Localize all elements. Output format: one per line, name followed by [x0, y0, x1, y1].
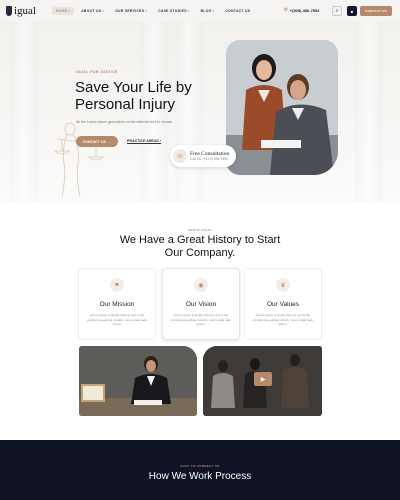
nav-label: HOME	[56, 9, 68, 13]
grid-icon: ■	[350, 8, 354, 14]
free-consultation-card[interactable]: ☏ Free Consultation Call Us: (+123) 456-…	[170, 145, 236, 167]
justice-statue-illustration	[53, 122, 105, 197]
hero-eyebrow: IGUAL FOR JUSTICE	[76, 70, 118, 74]
chevron-down-icon: ▾	[145, 9, 148, 13]
nav-label: BLOG	[200, 9, 212, 13]
consult-phone: Call Us: (+123) 456-7890	[190, 157, 228, 161]
consult-text: Free Consultation Call Us: (+123) 456-78…	[190, 151, 229, 161]
process-badge: EASY TO CONNECT US	[180, 464, 220, 468]
arrow-right-icon: ›	[159, 139, 162, 143]
search-button[interactable]: ⌕	[332, 6, 342, 16]
nav-label: CONTACT US	[225, 9, 251, 13]
logo-text: igual	[14, 5, 36, 17]
card-description: Lorem ipsum is simply dummy text of the …	[171, 313, 231, 326]
card-title: Our Vision	[185, 301, 217, 308]
link-label: PRACTICE AREAS	[127, 139, 159, 143]
nav-services[interactable]: OUR SERVICES ▾	[111, 7, 151, 15]
process-section	[0, 440, 400, 500]
about-title: We Have a Great History to Start Our Com…	[119, 234, 281, 259]
nav-blog[interactable]: BLOG ▾	[197, 7, 219, 15]
hero-description: All the Lorem Ipsum generators on the In…	[76, 120, 173, 124]
card-title: Our Values	[266, 301, 300, 308]
logo[interactable]: igual	[6, 5, 44, 17]
background-column	[355, 22, 383, 202]
card-description: Lorem ipsum is simply dummy text of the …	[87, 313, 147, 326]
card-description: Lorem ipsum is simply dummy text of the …	[253, 313, 313, 326]
main-nav: HOME ▾ ABOUT US ▾ OUR SERVICES ▾ CASE STUDI…	[52, 7, 257, 15]
chevron-down-icon: ▾	[187, 9, 190, 13]
about-badge: ABOUT IGUAL	[187, 228, 213, 232]
site-header: igual HOME ▾ ABOUT US ▾ OUR SERVICES ▾ CASE…	[0, 0, 400, 22]
nav-label: CASE STUDIES	[158, 9, 187, 13]
contact-button[interactable]: CONTACT US	[360, 6, 392, 16]
trophy-icon: ♛	[276, 278, 290, 292]
play-icon: ▶	[260, 376, 266, 383]
nav-label: OUR SERVICES	[115, 9, 145, 13]
chevron-down-icon: ▾	[102, 9, 105, 13]
eye-icon: ◉	[194, 278, 208, 292]
hero-contact-button[interactable]: CONTACT US →	[76, 136, 118, 147]
chat-icon: ☏	[173, 149, 187, 163]
nav-about[interactable]: ABOUT US ▾	[77, 7, 108, 15]
play-button[interactable]: ▶	[254, 372, 272, 386]
header-phone[interactable]: ✆ +(528) 456-7592	[284, 7, 319, 13]
chevron-down-icon: ▾	[68, 9, 71, 13]
chevron-down-icon: ▾	[212, 9, 215, 13]
mission-card: ⚑ Our Mission Lorem ipsum is simply dumm…	[78, 268, 156, 340]
button-label: CONTACT US	[82, 139, 106, 144]
process-title: How We Work Process	[148, 471, 252, 482]
values-card: ♛ Our Values Lorem ipsum is simply dummy…	[244, 268, 322, 340]
hero-lawyers-photo	[226, 40, 338, 175]
vision-card: ◉ Our Vision Lorem ipsum is simply dummy…	[162, 268, 240, 340]
lawyer-office-photo	[79, 346, 197, 416]
phone-number: +(528) 456-7592	[289, 7, 320, 13]
card-title: Our Mission	[99, 301, 135, 308]
nav-contact[interactable]: CONTACT US	[221, 7, 254, 15]
lawyer-office-illustration	[79, 346, 197, 416]
background-column	[10, 22, 38, 202]
team-meeting-video[interactable]: ▶	[203, 346, 322, 416]
hero-title: Save Your Life by Personal Injury	[75, 79, 192, 113]
practice-areas-link[interactable]: PRACTICE AREAS ›	[127, 139, 162, 144]
nav-label: ABOUT US	[81, 9, 102, 13]
logo-icon	[6, 6, 12, 16]
menu-button[interactable]: ■	[347, 6, 357, 16]
arrow-right-icon: →	[107, 139, 112, 144]
phone-icon: ✆	[284, 7, 288, 12]
lawyers-illustration	[226, 40, 338, 175]
nav-home[interactable]: HOME ▾	[52, 7, 75, 15]
target-icon: ⚑	[110, 278, 124, 292]
search-icon: ⌕	[335, 8, 339, 14]
nav-case-studies[interactable]: CASE STUDIES ▾	[154, 7, 193, 15]
hero-section: IGUAL FOR JUSTICE Save Your Life by Pers…	[0, 22, 400, 202]
